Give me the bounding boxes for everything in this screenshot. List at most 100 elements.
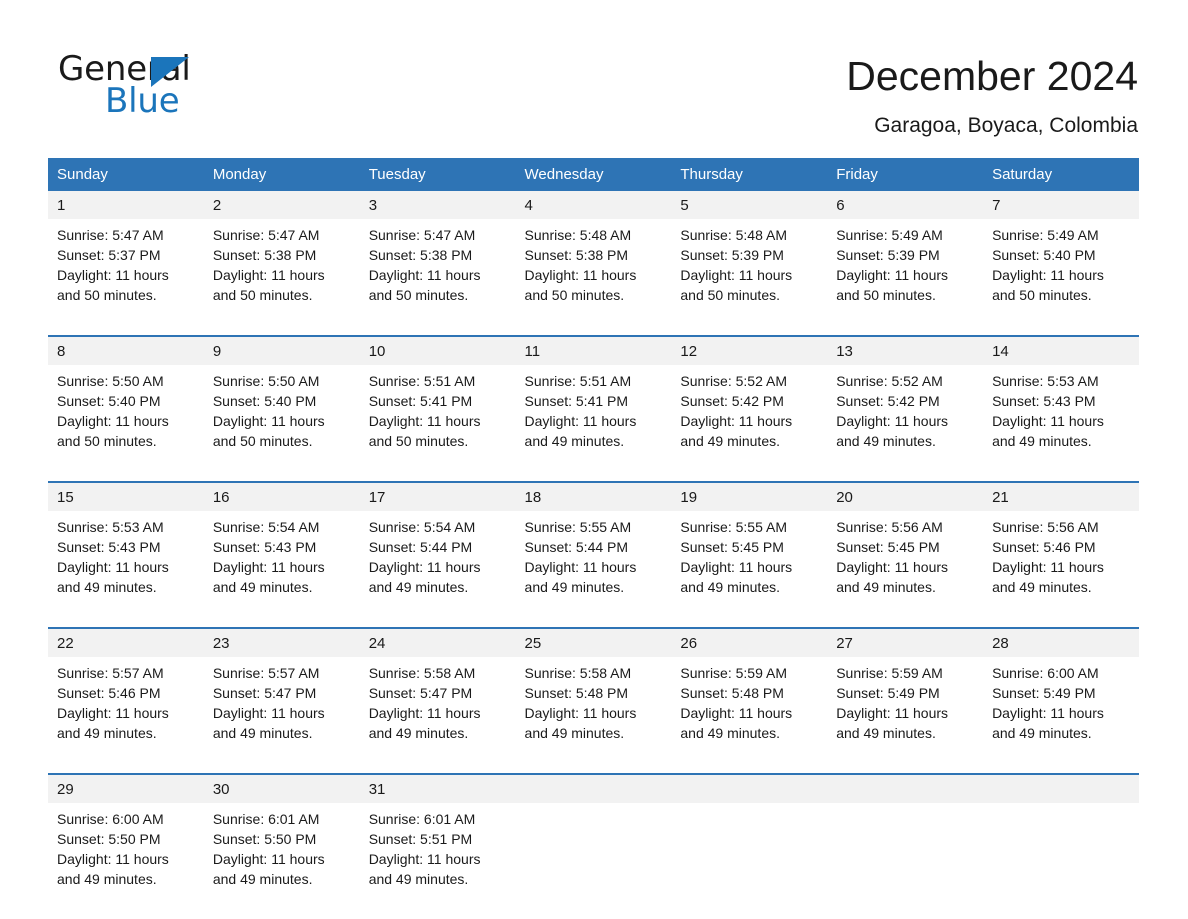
sunset-text: Sunset: 5:39 PM	[836, 247, 940, 263]
day-cell[interactable]: Sunrise: 5:52 AM Sunset: 5:42 PM Dayligh…	[827, 365, 984, 482]
sunset-text: Sunset: 5:46 PM	[57, 685, 161, 701]
daylight-text: Daylight: 11 hours and 49 minutes.	[57, 851, 169, 887]
daylight-text: Daylight: 11 hours and 50 minutes.	[368, 267, 481, 303]
daylight-text: Daylight: 11 hours and 49 minutes.	[212, 559, 325, 595]
sunset-text: Sunset: 5:39 PM	[680, 247, 784, 263]
weekday-header-tuesday: Tuesday	[359, 158, 516, 191]
sunset-text: Sunset: 5:43 PM	[212, 539, 317, 555]
daylight-text: Daylight: 11 hours and 49 minutes.	[368, 851, 481, 887]
day-cell[interactable]: Sunrise: 5:57 AM Sunset: 5:47 PM Dayligh…	[203, 657, 360, 774]
sunrise-text: Sunrise: 5:53 AM	[992, 373, 1099, 389]
day-number[interactable]: 28	[983, 627, 1139, 657]
day-cell[interactable]: Sunrise: 5:48 AM Sunset: 5:38 PM Dayligh…	[515, 219, 672, 336]
day-cell[interactable]: Sunrise: 6:01 AM Sunset: 5:50 PM Dayligh…	[203, 803, 360, 919]
daylight-text: Daylight: 11 hours and 50 minutes.	[524, 267, 637, 303]
day-number[interactable]: 2	[203, 191, 360, 219]
day-cell[interactable]: Sunrise: 5:54 AM Sunset: 5:44 PM Dayligh…	[359, 511, 516, 628]
sunrise-text: Sunrise: 5:55 AM	[524, 519, 632, 535]
calendar-body: 1 2 3 4 5 6 7 Sunrise: 5:47 AM Sunset: 5…	[48, 191, 1139, 919]
day-cell[interactable]: Sunrise: 5:59 AM Sunset: 5:49 PM Dayligh…	[827, 657, 984, 774]
day-number[interactable]: 9	[203, 335, 360, 365]
day-number[interactable]: 20	[827, 481, 984, 511]
day-number[interactable]: 7	[983, 191, 1139, 219]
day-cell[interactable]: Sunrise: 5:49 AM Sunset: 5:39 PM Dayligh…	[827, 219, 984, 336]
day-cell[interactable]: Sunrise: 5:52 AM Sunset: 5:42 PM Dayligh…	[671, 365, 828, 482]
sunset-text: Sunset: 5:49 PM	[836, 685, 940, 701]
day-cell[interactable]: Sunrise: 5:56 AM Sunset: 5:45 PM Dayligh…	[827, 511, 984, 628]
day-cell[interactable]: Sunrise: 5:58 AM Sunset: 5:47 PM Dayligh…	[359, 657, 516, 774]
sunrise-text: Sunrise: 5:54 AM	[368, 519, 476, 535]
day-number[interactable]: 13	[827, 335, 984, 365]
day-number[interactable]: 21	[983, 481, 1139, 511]
sunrise-text: Sunrise: 5:50 AM	[212, 373, 320, 389]
day-cell[interactable]: Sunrise: 5:55 AM Sunset: 5:45 PM Dayligh…	[671, 511, 828, 628]
day-number[interactable]: 29	[48, 773, 204, 803]
day-cell[interactable]: Sunrise: 5:56 AM Sunset: 5:46 PM Dayligh…	[983, 511, 1139, 628]
day-cell[interactable]: Sunrise: 5:48 AM Sunset: 5:39 PM Dayligh…	[671, 219, 828, 336]
day-number[interactable]: 31	[359, 773, 516, 803]
day-number[interactable]: 27	[827, 627, 984, 657]
day-number[interactable]: 12	[671, 335, 828, 365]
day-cell[interactable]: Sunrise: 6:00 AM Sunset: 5:49 PM Dayligh…	[983, 657, 1139, 774]
weekday-header-wednesday: Wednesday	[515, 158, 672, 191]
day-cell[interactable]: Sunrise: 5:47 AM Sunset: 5:38 PM Dayligh…	[359, 219, 516, 336]
sunset-text: Sunset: 5:42 PM	[836, 393, 940, 409]
sunrise-text: Sunrise: 6:01 AM	[368, 811, 476, 827]
day-number[interactable]: 11	[515, 335, 672, 365]
sunrise-text: Sunrise: 5:57 AM	[212, 665, 320, 681]
day-number-empty	[671, 773, 828, 803]
daylight-text: Daylight: 11 hours and 50 minutes.	[680, 267, 793, 303]
day-cell[interactable]: Sunrise: 5:53 AM Sunset: 5:43 PM Dayligh…	[983, 365, 1139, 482]
day-cell[interactable]: Sunrise: 5:55 AM Sunset: 5:44 PM Dayligh…	[515, 511, 672, 628]
sunset-text: Sunset: 5:50 PM	[212, 831, 317, 847]
day-number[interactable]: 8	[48, 335, 204, 365]
day-number[interactable]: 18	[515, 481, 672, 511]
day-number[interactable]: 30	[203, 773, 360, 803]
daylight-text: Daylight: 11 hours and 50 minutes.	[368, 413, 481, 449]
weekday-header-friday: Friday	[827, 158, 984, 191]
day-cell[interactable]: Sunrise: 5:54 AM Sunset: 5:43 PM Dayligh…	[203, 511, 360, 628]
daylight-text: Daylight: 11 hours and 50 minutes.	[212, 267, 325, 303]
day-number[interactable]: 14	[983, 335, 1139, 365]
day-number[interactable]: 25	[515, 627, 672, 657]
day-number[interactable]: 17	[359, 481, 516, 511]
day-cell[interactable]: Sunrise: 6:01 AM Sunset: 5:51 PM Dayligh…	[359, 803, 516, 919]
day-cell[interactable]: Sunrise: 5:50 AM Sunset: 5:40 PM Dayligh…	[203, 365, 360, 482]
day-cell[interactable]: Sunrise: 6:00 AM Sunset: 5:50 PM Dayligh…	[48, 803, 204, 919]
day-number[interactable]: 5	[671, 191, 828, 219]
week-row-daynums: 29 30 31	[48, 773, 1139, 803]
sunset-text: Sunset: 5:49 PM	[992, 685, 1096, 701]
day-number[interactable]: 1	[48, 191, 204, 219]
day-cell[interactable]: Sunrise: 5:49 AM Sunset: 5:40 PM Dayligh…	[983, 219, 1139, 336]
day-cell[interactable]: Sunrise: 5:58 AM Sunset: 5:48 PM Dayligh…	[515, 657, 672, 774]
generalblue-logo[interactable]: General Blue	[58, 50, 318, 120]
day-cell[interactable]: Sunrise: 5:53 AM Sunset: 5:43 PM Dayligh…	[48, 511, 204, 628]
sunrise-text: Sunrise: 5:48 AM	[524, 227, 632, 243]
calendar-header-row: Sunday Monday Tuesday Wednesday Thursday…	[48, 158, 1139, 191]
day-number[interactable]: 15	[48, 481, 204, 511]
day-cell[interactable]: Sunrise: 5:47 AM Sunset: 5:38 PM Dayligh…	[203, 219, 360, 336]
day-number[interactable]: 22	[48, 627, 204, 657]
day-number[interactable]: 4	[515, 191, 672, 219]
day-number[interactable]: 16	[203, 481, 360, 511]
weekday-header-sunday: Sunday	[48, 158, 204, 191]
day-cell[interactable]: Sunrise: 5:51 AM Sunset: 5:41 PM Dayligh…	[359, 365, 516, 482]
day-number[interactable]: 10	[359, 335, 516, 365]
day-number[interactable]: 24	[359, 627, 516, 657]
day-cell[interactable]: Sunrise: 5:59 AM Sunset: 5:48 PM Dayligh…	[671, 657, 828, 774]
daylight-text: Daylight: 11 hours and 49 minutes.	[524, 559, 637, 595]
week-row-daynums: 22 23 24 25 26 27 28	[48, 627, 1139, 657]
day-cell[interactable]: Sunrise: 5:57 AM Sunset: 5:46 PM Dayligh…	[48, 657, 204, 774]
day-number[interactable]: 3	[359, 191, 516, 219]
page-subtitle: Garagoa, Boyaca, Colombia	[874, 114, 1138, 137]
sunrise-text: Sunrise: 5:50 AM	[57, 373, 164, 389]
day-number[interactable]: 26	[671, 627, 828, 657]
day-number[interactable]: 19	[671, 481, 828, 511]
day-cell[interactable]: Sunrise: 5:51 AM Sunset: 5:41 PM Dayligh…	[515, 365, 672, 482]
day-number[interactable]: 23	[203, 627, 360, 657]
day-number[interactable]: 6	[827, 191, 984, 219]
day-cell[interactable]: Sunrise: 5:47 AM Sunset: 5:37 PM Dayligh…	[48, 219, 204, 336]
daylight-text: Daylight: 11 hours and 50 minutes.	[57, 267, 169, 303]
day-cell[interactable]: Sunrise: 5:50 AM Sunset: 5:40 PM Dayligh…	[48, 365, 204, 482]
sunset-text: Sunset: 5:44 PM	[524, 539, 629, 555]
